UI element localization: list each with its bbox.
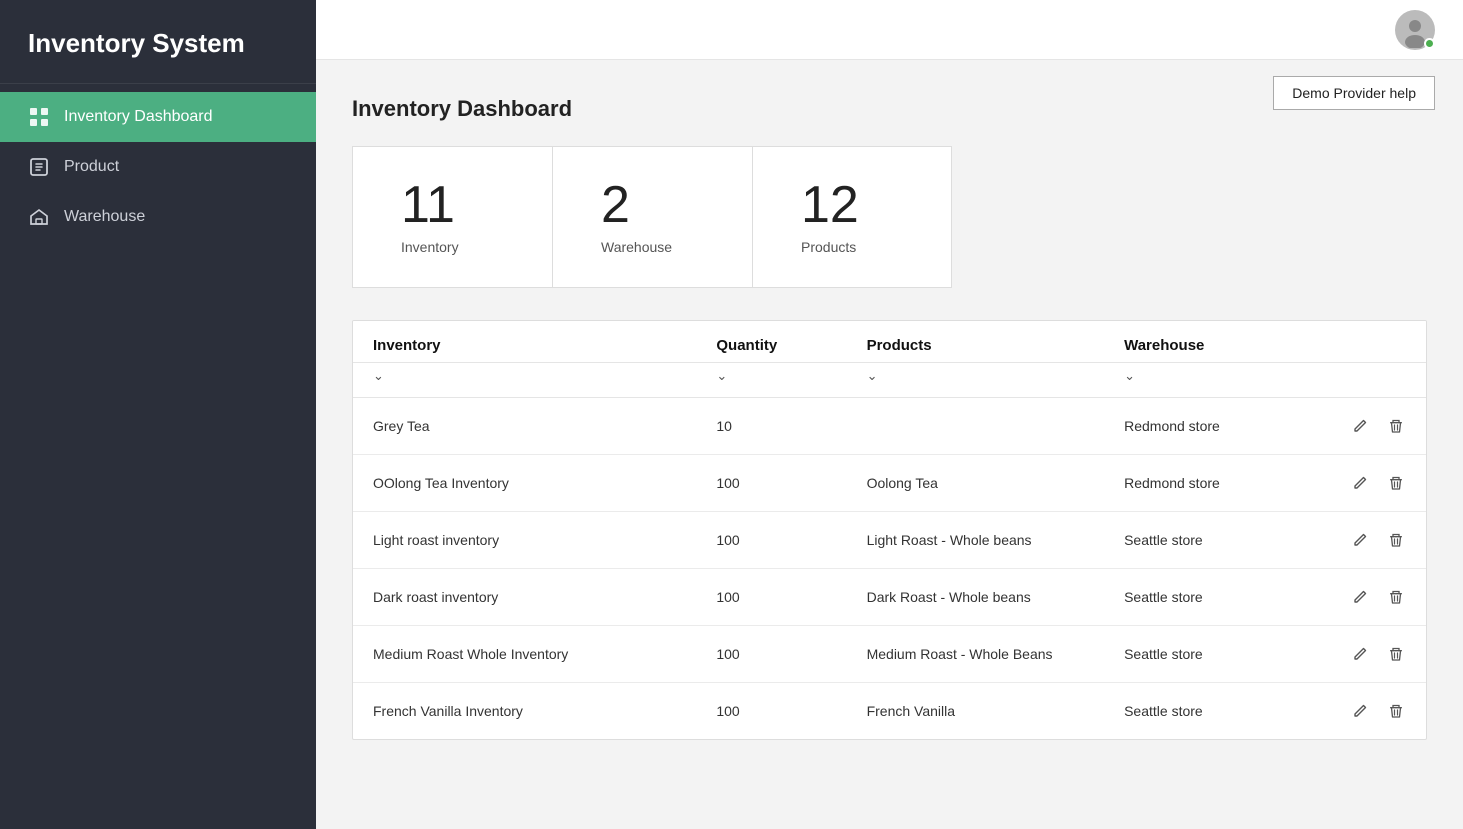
stat-card-inventory: 11 Inventory bbox=[352, 146, 552, 288]
cell-quantity: 100 bbox=[696, 683, 846, 740]
cell-quantity: 100 bbox=[696, 512, 846, 569]
cell-warehouse: Seattle store bbox=[1104, 626, 1319, 683]
stat-number-warehouse: 2 bbox=[601, 179, 630, 231]
sidebar-item-warehouse[interactable]: Warehouse bbox=[0, 192, 316, 242]
col-header-products: Products bbox=[847, 321, 1105, 363]
inventory-table: Inventory Quantity Products Warehouse ⌄ … bbox=[353, 321, 1426, 739]
delete-button[interactable] bbox=[1386, 530, 1406, 550]
table-row: French Vanilla Inventory 100 French Vani… bbox=[353, 683, 1426, 740]
stat-number-products: 12 bbox=[801, 179, 859, 231]
avatar[interactable] bbox=[1395, 10, 1435, 50]
stat-label-warehouse: Warehouse bbox=[601, 239, 672, 255]
stat-card-warehouse: 2 Warehouse bbox=[552, 146, 752, 288]
cell-actions bbox=[1319, 512, 1426, 569]
table-header-row: Inventory Quantity Products Warehouse bbox=[353, 321, 1426, 363]
col-header-quantity: Quantity bbox=[696, 321, 846, 363]
delete-button[interactable] bbox=[1386, 416, 1406, 436]
filter-actions bbox=[1319, 363, 1426, 398]
stat-label-inventory: Inventory bbox=[401, 239, 459, 255]
stat-card-products: 12 Products bbox=[752, 146, 952, 288]
cell-inventory: Dark roast inventory bbox=[353, 569, 696, 626]
col-header-inventory: Inventory bbox=[353, 321, 696, 363]
delete-button[interactable] bbox=[1386, 473, 1406, 493]
cell-products: Medium Roast - Whole Beans bbox=[847, 626, 1105, 683]
cell-inventory: Light roast inventory bbox=[353, 512, 696, 569]
chevron-down-icon[interactable]: ⌄ bbox=[867, 368, 878, 384]
stat-label-products: Products bbox=[801, 239, 856, 255]
cell-quantity: 100 bbox=[696, 626, 846, 683]
table-body: Grey Tea 10 Redmond store bbox=[353, 398, 1426, 740]
edit-button[interactable] bbox=[1350, 416, 1370, 436]
sidebar-nav: Inventory Dashboard Product Warehouse bbox=[0, 92, 316, 242]
sidebar: Inventory System Inventory Dashboard P bbox=[0, 0, 316, 829]
stats-row: 11 Inventory 2 Warehouse 12 Products bbox=[352, 146, 1427, 288]
edit-button[interactable] bbox=[1350, 644, 1370, 664]
delete-button[interactable] bbox=[1386, 644, 1406, 664]
cell-products: Oolong Tea bbox=[847, 455, 1105, 512]
inventory-table-wrap: Inventory Quantity Products Warehouse ⌄ … bbox=[352, 320, 1427, 740]
topbar bbox=[316, 0, 1463, 60]
filter-warehouse[interactable]: ⌄ bbox=[1104, 363, 1319, 398]
avatar-status bbox=[1424, 38, 1435, 49]
cell-quantity: 10 bbox=[696, 398, 846, 455]
cell-warehouse: Seattle store bbox=[1104, 569, 1319, 626]
cell-actions bbox=[1319, 683, 1426, 740]
filter-products[interactable]: ⌄ bbox=[847, 363, 1105, 398]
sidebar-item-label: Inventory Dashboard bbox=[64, 108, 213, 126]
filter-inventory[interactable]: ⌄ bbox=[353, 363, 696, 398]
dashboard-icon bbox=[28, 106, 50, 128]
col-header-actions bbox=[1319, 321, 1426, 363]
warehouse-icon bbox=[28, 206, 50, 228]
sidebar-item-label: Product bbox=[64, 158, 119, 176]
cell-inventory: French Vanilla Inventory bbox=[353, 683, 696, 740]
product-icon bbox=[28, 156, 50, 178]
sidebar-item-inventory-dashboard[interactable]: Inventory Dashboard bbox=[0, 92, 316, 142]
edit-button[interactable] bbox=[1350, 473, 1370, 493]
cell-products bbox=[847, 398, 1105, 455]
cell-actions bbox=[1319, 398, 1426, 455]
cell-inventory: OOlong Tea Inventory bbox=[353, 455, 696, 512]
table-filter-row: ⌄ ⌄ ⌄ ⌄ bbox=[353, 363, 1426, 398]
stat-number-inventory: 11 bbox=[401, 179, 455, 231]
cell-quantity: 100 bbox=[696, 455, 846, 512]
cell-products: French Vanilla bbox=[847, 683, 1105, 740]
edit-button[interactable] bbox=[1350, 587, 1370, 607]
cell-inventory: Grey Tea bbox=[353, 398, 696, 455]
table-row: Medium Roast Whole Inventory 100 Medium … bbox=[353, 626, 1426, 683]
cell-warehouse: Redmond store bbox=[1104, 398, 1319, 455]
table-row: Light roast inventory 100 Light Roast - … bbox=[353, 512, 1426, 569]
sidebar-item-product[interactable]: Product bbox=[0, 142, 316, 192]
col-header-warehouse: Warehouse bbox=[1104, 321, 1319, 363]
filter-quantity[interactable]: ⌄ bbox=[696, 363, 846, 398]
cell-warehouse: Seattle store bbox=[1104, 683, 1319, 740]
delete-button[interactable] bbox=[1386, 701, 1406, 721]
edit-button[interactable] bbox=[1350, 701, 1370, 721]
cell-warehouse: Seattle store bbox=[1104, 512, 1319, 569]
edit-button[interactable] bbox=[1350, 530, 1370, 550]
table-row: Dark roast inventory 100 Dark Roast - Wh… bbox=[353, 569, 1426, 626]
table-row: OOlong Tea Inventory 100 Oolong Tea Redm… bbox=[353, 455, 1426, 512]
app-title: Inventory System bbox=[0, 0, 316, 84]
cell-inventory: Medium Roast Whole Inventory bbox=[353, 626, 696, 683]
cell-products: Dark Roast - Whole beans bbox=[847, 569, 1105, 626]
chevron-down-icon[interactable]: ⌄ bbox=[716, 368, 727, 384]
chevron-down-icon[interactable]: ⌄ bbox=[1124, 368, 1135, 384]
main-area: Demo Provider help Inventory Dashboard 1… bbox=[316, 0, 1463, 829]
cell-actions bbox=[1319, 455, 1426, 512]
help-button[interactable]: Demo Provider help bbox=[1273, 76, 1435, 110]
cell-warehouse: Redmond store bbox=[1104, 455, 1319, 512]
content-area: Inventory Dashboard 11 Inventory 2 Wareh… bbox=[316, 60, 1463, 829]
cell-actions bbox=[1319, 626, 1426, 683]
sidebar-item-label: Warehouse bbox=[64, 208, 145, 226]
chevron-down-icon[interactable]: ⌄ bbox=[373, 368, 384, 384]
delete-button[interactable] bbox=[1386, 587, 1406, 607]
page-title: Inventory Dashboard bbox=[352, 96, 1427, 122]
cell-actions bbox=[1319, 569, 1426, 626]
cell-quantity: 100 bbox=[696, 569, 846, 626]
table-row: Grey Tea 10 Redmond store bbox=[353, 398, 1426, 455]
cell-products: Light Roast - Whole beans bbox=[847, 512, 1105, 569]
